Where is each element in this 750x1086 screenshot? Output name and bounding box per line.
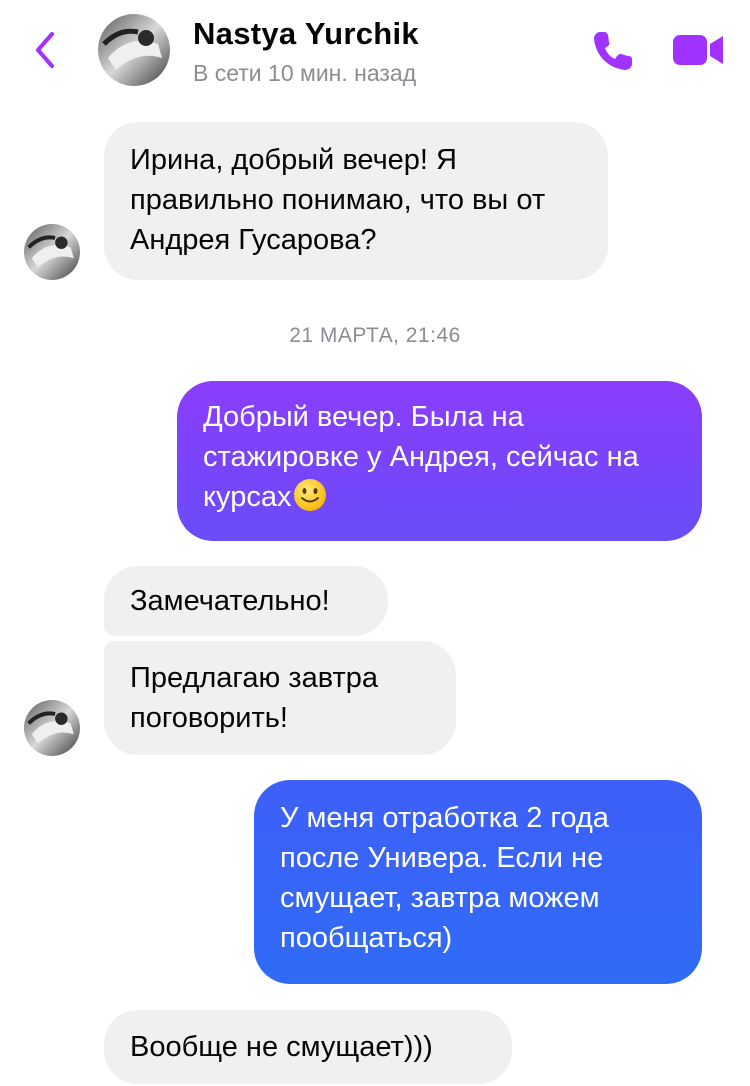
contact-status: В сети 10 мин. назад — [193, 60, 417, 86]
outgoing-message-bubble[interactable]: У меня отработка 2 года после Универа. Е… — [254, 780, 702, 984]
message-text: Добрый вечер. Была на стажировке у Андре… — [203, 401, 639, 513]
message-timestamp: 21 МАРТА, 21:46 — [289, 324, 461, 347]
sender-avatar[interactable] — [24, 224, 80, 280]
sender-avatar[interactable] — [24, 700, 80, 756]
chevron-left-icon[interactable] — [28, 28, 62, 72]
message-text: Ирина, добрый вечер! Я правильно понимаю… — [130, 144, 546, 256]
message-text: Предлагаю завтра поговорить! — [130, 662, 379, 734]
outgoing-message-bubble[interactable]: Добрый вечер. Была на стажировке у Андре… — [177, 381, 702, 541]
contact-name[interactable]: Nastya Yurchik — [193, 16, 419, 52]
chat-header: Nastya Yurchik В сети 10 мин. назад — [0, 0, 750, 100]
incoming-message-bubble[interactable]: Ирина, добрый вечер! Я правильно понимаю… — [104, 122, 608, 280]
incoming-message-bubble[interactable]: Вообще не смущает))) — [104, 1010, 512, 1084]
incoming-message-bubble[interactable]: Замечательно! — [104, 566, 388, 636]
message-text: Замечательно! — [130, 585, 330, 617]
slightly-smiling-face-icon — [294, 479, 327, 511]
contact-avatar[interactable] — [98, 14, 170, 86]
video-camera-icon[interactable] — [672, 32, 726, 68]
incoming-message-bubble[interactable]: Предлагаю завтра поговорить! — [104, 641, 456, 755]
phone-icon[interactable] — [588, 26, 638, 76]
message-text: Вообще не смущает))) — [130, 1031, 433, 1063]
message-text: У меня отработка 2 года после Универа. Е… — [280, 802, 609, 954]
